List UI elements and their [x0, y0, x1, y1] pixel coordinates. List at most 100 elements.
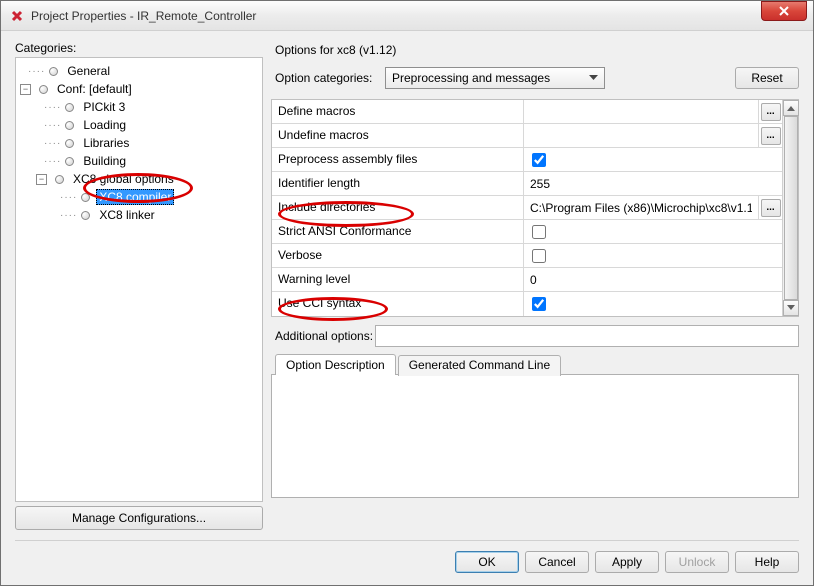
tab-generated-command-line[interactable]: Generated Command Line	[398, 355, 561, 376]
reset-button-label: Reset	[751, 71, 782, 85]
option-row: Use CCI syntax	[272, 292, 782, 316]
apply-label: Apply	[612, 555, 642, 569]
manage-configurations-button[interactable]: Manage Configurations...	[15, 506, 263, 530]
option-text-input[interactable]	[528, 200, 754, 216]
tree-bullet-icon	[39, 85, 48, 94]
help-button[interactable]: Help	[735, 551, 799, 573]
options-heading: Options for xc8 (v1.12)	[275, 43, 799, 57]
tree-node-xc8global[interactable]: XC8 global options	[70, 172, 177, 186]
option-row: Strict ANSI Conformance	[272, 220, 782, 244]
option-categories-value: Preprocessing and messages	[392, 71, 550, 85]
tree-connector: ····	[60, 210, 77, 221]
option-value[interactable]	[524, 172, 782, 195]
tree-node-xc8linker[interactable]: XC8 linker	[96, 208, 157, 222]
option-categories-label: Option categories:	[275, 71, 385, 85]
tree-node-general[interactable]: General	[64, 64, 113, 78]
tree-bullet-icon	[81, 211, 90, 220]
tree-node-xc8compiler[interactable]: XC8 compiler	[96, 189, 174, 205]
window-frame: Project Properties - IR_Remote_Controlle…	[0, 0, 814, 586]
manage-configurations-label: Manage Configurations...	[72, 511, 206, 525]
option-label: Include directories	[272, 196, 524, 219]
tree-toggle-xc8global[interactable]: −	[36, 174, 47, 185]
option-checkbox[interactable]	[532, 249, 546, 263]
dialog-button-bar: OK Cancel Apply Unlock Help	[1, 541, 813, 585]
tree-bullet-icon	[65, 139, 74, 148]
chevron-down-icon	[584, 70, 602, 86]
ellipsis-button[interactable]: ...	[761, 199, 781, 217]
option-checkbox[interactable]	[532, 153, 546, 167]
additional-options-row: Additional options:	[271, 325, 799, 347]
ok-label: OK	[478, 555, 495, 569]
option-value[interactable]	[524, 268, 782, 291]
right-pane: Options for xc8 (v1.12) Option categorie…	[271, 41, 799, 502]
option-value[interactable]	[524, 196, 758, 219]
apply-button[interactable]: Apply	[595, 551, 659, 573]
tree-node-pickit3[interactable]: PICkit 3	[80, 100, 128, 114]
tree-connector: ····	[44, 138, 61, 149]
cancel-label: Cancel	[538, 555, 575, 569]
option-label: Identifier length	[272, 172, 524, 195]
tab-label: Generated Command Line	[409, 358, 550, 372]
option-label: Strict ANSI Conformance	[272, 220, 524, 243]
option-text-input[interactable]	[528, 272, 778, 288]
option-category-row: Option categories: Preprocessing and mes…	[271, 67, 799, 89]
tree-bullet-icon	[65, 157, 74, 166]
tree-bullet-icon	[49, 67, 58, 76]
scroll-thumb[interactable]	[784, 116, 798, 300]
unlock-label: Unlock	[679, 555, 716, 569]
tab-label: Option Description	[286, 358, 385, 372]
option-row: Include directories...	[272, 196, 782, 220]
tree-node-conf[interactable]: Conf: [default]	[54, 82, 135, 96]
option-checkbox[interactable]	[532, 297, 546, 311]
option-action: ...	[758, 124, 782, 147]
tree-bullet-icon	[65, 103, 74, 112]
scroll-down-icon[interactable]	[783, 300, 799, 316]
options-table: Define macros...Undefine macros... Prepro…	[271, 99, 799, 317]
ellipsis-button[interactable]: ...	[761, 103, 781, 121]
scroll-up-icon[interactable]	[783, 100, 799, 116]
categories-tree[interactable]: ···· General − Conf: [default]	[15, 57, 263, 502]
tree-connector: ····	[60, 192, 77, 203]
option-label: Warning level	[272, 268, 524, 291]
option-value[interactable]	[524, 148, 782, 171]
manage-row: Manage Configurations...	[1, 506, 813, 534]
option-value[interactable]	[524, 100, 758, 123]
option-value[interactable]	[524, 220, 782, 243]
option-value[interactable]	[524, 292, 782, 316]
options-scrollbar[interactable]	[782, 100, 798, 316]
option-row: Identifier length	[272, 172, 782, 196]
option-text-input[interactable]	[528, 176, 778, 192]
left-pane: Categories: ···· General − Conf:	[15, 41, 263, 502]
additional-options-input[interactable]	[375, 325, 799, 347]
option-checkbox[interactable]	[532, 225, 546, 239]
option-label: Verbose	[272, 244, 524, 267]
tree-node-loading[interactable]: Loading	[80, 118, 129, 132]
option-action: ...	[758, 100, 782, 123]
additional-options-label: Additional options:	[271, 329, 375, 343]
help-label: Help	[755, 555, 780, 569]
ok-button[interactable]: OK	[455, 551, 519, 573]
description-tabs: Option Description Generated Command Lin…	[271, 353, 799, 498]
option-row: Warning level	[272, 268, 782, 292]
tree-node-building[interactable]: Building	[80, 154, 129, 168]
option-row: Define macros...	[272, 100, 782, 124]
option-categories-combo[interactable]: Preprocessing and messages	[385, 67, 605, 89]
cancel-button[interactable]: Cancel	[525, 551, 589, 573]
tab-body	[271, 374, 799, 498]
tree-bullet-icon	[65, 121, 74, 130]
tree-node-libraries[interactable]: Libraries	[80, 136, 132, 150]
tree-toggle-conf[interactable]: −	[20, 84, 31, 95]
app-icon	[9, 8, 25, 24]
option-value[interactable]	[524, 244, 782, 267]
option-row: Preprocess assembly files	[272, 148, 782, 172]
tree-connector: ····	[44, 156, 61, 167]
unlock-button[interactable]: Unlock	[665, 551, 729, 573]
option-action: ...	[758, 196, 782, 219]
ellipsis-button[interactable]: ...	[761, 127, 781, 145]
option-label: Undefine macros	[272, 124, 524, 147]
titlebar: Project Properties - IR_Remote_Controlle…	[1, 1, 813, 31]
option-value[interactable]	[524, 124, 758, 147]
reset-button[interactable]: Reset	[735, 67, 799, 89]
tab-option-description[interactable]: Option Description	[275, 354, 396, 375]
close-button[interactable]	[761, 1, 807, 21]
